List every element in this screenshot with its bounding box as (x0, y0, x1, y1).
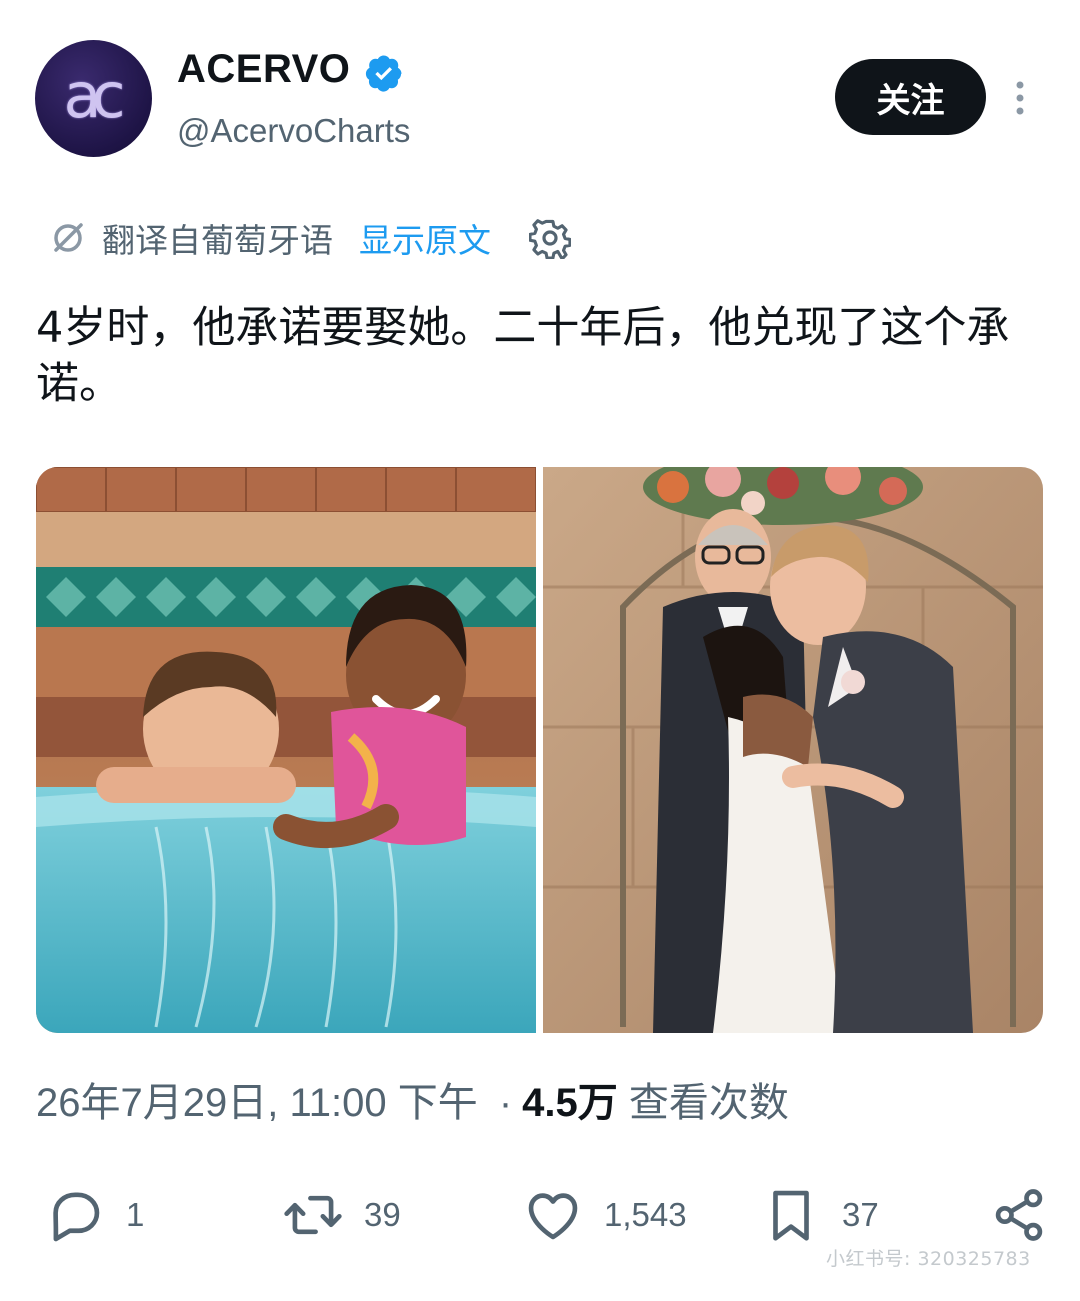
avatar-logo-text: ac (63, 59, 125, 132)
like-count: 1,543 (604, 1196, 687, 1233)
tweet-meta: 26年7月29日, 11:00 下午 · 4.5万 查看次数 (36, 1070, 789, 1128)
gear-icon[interactable] (529, 217, 571, 259)
author-handle[interactable]: @AcervoCharts (177, 112, 410, 150)
more-options-icon[interactable] (1010, 78, 1030, 118)
repost-count: 39 (364, 1196, 401, 1233)
views-label: 查看次数 (628, 1081, 789, 1125)
translation-label: 翻译自葡萄牙语 (102, 221, 333, 260)
bookmark-icon (773, 1190, 809, 1241)
follow-button[interactable]: 关注 (835, 59, 986, 135)
views-count: 4.5万 (522, 1081, 618, 1125)
watermark-text: 小红书号: 320325783 (826, 1248, 1031, 1270)
heart-icon (528, 1193, 578, 1240)
translation-bar: 翻译自葡萄牙语 显示原文 (48, 212, 571, 264)
verified-badge-icon (365, 55, 402, 92)
share-button[interactable] (988, 1180, 1050, 1250)
author-avatar[interactable]: ac (35, 40, 152, 157)
bookmark-count: 37 (842, 1196, 879, 1233)
tweet-actions: 1 39 1,543 37 (0, 1180, 1080, 1250)
pool-childhood-photo[interactable] (36, 467, 536, 1033)
reply-count: 1 (126, 1196, 145, 1233)
translate-icon (54, 223, 83, 252)
meta-separator: · (498, 1081, 513, 1125)
tweet-timestamp[interactable]: 26年7月29日, 11:00 下午 (36, 1081, 478, 1125)
bookmark-button[interactable]: 37 (760, 1180, 879, 1250)
show-original-link[interactable]: 显示原文 (359, 214, 491, 262)
tweet-body-text: 4岁时，他承诺要娶她。二十年后，他兑现了这个承诺。 (36, 303, 1010, 409)
wedding-photo[interactable] (543, 467, 1043, 1033)
reply-icon (53, 1192, 100, 1242)
repost-button[interactable]: 39 (282, 1180, 401, 1250)
reply-button[interactable]: 1 (44, 1180, 144, 1250)
author-display-name[interactable]: ACERVO (177, 47, 350, 92)
repost-icon (284, 1195, 342, 1235)
like-button[interactable]: 1,543 (522, 1180, 687, 1250)
share-icon (995, 1189, 1043, 1241)
